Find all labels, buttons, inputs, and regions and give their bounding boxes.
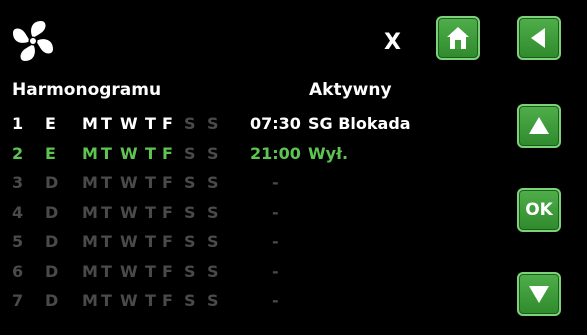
day-letter: M [82,261,98,281]
row-number: 3 [12,173,24,192]
day-letter: F [162,114,173,133]
day-letter: S [207,232,219,251]
day-letter: F [162,232,173,251]
day-letter: S [207,143,219,163]
row-mode: D [45,261,59,281]
row-mode: D [45,202,59,222]
row-mode: D [45,291,59,310]
day-letter: T [145,232,156,251]
scroll-up-button[interactable] [517,104,561,148]
day-letter: M [82,232,98,251]
row-number: 7 [12,291,24,310]
day-letter: F [162,291,173,310]
day-letter: S [207,261,219,281]
schedule-row[interactable]: 1 E M T W T F S S 07:30 SG Blokada [0,114,500,142]
day-letter: T [145,143,156,163]
scroll-down-button[interactable] [517,272,561,316]
row-mode: E [45,114,56,133]
day-letter: W [120,261,138,281]
row-status: - [272,261,279,281]
active-header: Aktywny [309,80,392,100]
day-letter: M [82,173,98,192]
day-letter: T [145,291,156,310]
ok-label: OK [525,200,553,220]
day-letter: W [120,114,138,133]
arrow-down-icon [529,286,549,303]
day-letter: T [101,173,112,192]
schedule-row[interactable]: 2 E M T W T F S S 21:00 Wył. [0,144,500,172]
day-letter: T [101,261,112,281]
day-letter: S [184,291,196,310]
day-letter: W [120,143,138,163]
day-letter: S [207,291,219,310]
day-letter: F [162,143,173,163]
schedule-row[interactable]: 5DMTWTFSS- [0,232,500,260]
day-letter: S [207,202,219,222]
row-time: 07:30 [250,114,301,133]
day-letter: W [120,173,138,192]
day-letter: T [101,202,112,222]
day-letter: F [162,202,173,222]
schedule-row[interactable]: 6DMTWTFSS- [0,262,500,290]
row-number: 1 [12,114,24,133]
day-letter: T [145,173,156,192]
day-letter: T [101,232,112,251]
day-letter: M [82,202,98,222]
day-letter: M [82,291,98,310]
day-letter: T [101,114,112,133]
day-letter: M [82,143,98,163]
row-status: - [272,232,279,251]
schedule-header: Harmonogramu [12,80,162,100]
day-letter: W [120,202,138,222]
day-letter: F [162,173,173,192]
home-icon [447,27,469,49]
row-mode: E [45,143,56,163]
ok-button[interactable]: OK [517,188,561,232]
day-letter: T [101,143,112,163]
row-number: 6 [12,261,24,281]
home-button[interactable] [436,16,480,60]
row-number: 2 [12,143,24,163]
day-letter: S [184,261,196,281]
day-letter: F [162,261,173,281]
row-mode: D [45,173,59,192]
schedule-row[interactable]: 3DMTWTFSS- [0,173,500,201]
day-letter: W [120,291,138,310]
day-letter: S [184,202,196,222]
day-letter: S [184,232,196,251]
day-letter: S [184,143,196,163]
arrow-left-icon [531,28,545,48]
row-mode: D [45,232,59,251]
row-status: - [272,173,279,192]
day-letter: M [82,114,98,133]
back-button[interactable] [517,16,561,60]
arrow-up-icon [529,117,549,134]
day-letter: W [120,232,138,251]
day-letter: T [145,114,156,133]
fan-icon [10,18,56,64]
row-status: SG Blokada [308,114,411,133]
row-number: 5 [12,232,24,251]
day-letter: T [101,291,112,310]
day-letter: T [145,261,156,281]
row-status: Wył. [308,143,349,163]
schedule-row[interactable]: 7DMTWTFSS- [0,291,500,319]
day-letter: S [184,114,196,133]
row-status: - [272,291,279,310]
row-number: 4 [12,202,24,222]
day-letter: S [184,173,196,192]
day-letter: S [207,173,219,192]
row-time: 21:00 [250,143,301,163]
schedule-row[interactable]: 4DMTWTFSS- [0,203,500,231]
day-letter: S [207,114,219,133]
day-letter: T [145,202,156,222]
row-status: - [272,202,279,222]
close-button[interactable]: X [384,30,401,55]
